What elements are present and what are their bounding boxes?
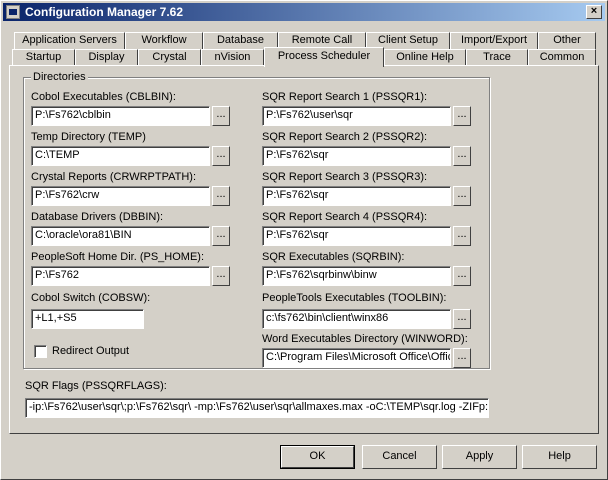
redirect-output-checkbox[interactable] [34,345,47,358]
cobsw-field[interactable]: +L1,+S5 [31,309,144,329]
toolbin-label: PeopleTools Executables (TOOLBIN): [262,292,447,304]
help-button[interactable]: Help [522,445,597,469]
pssqr3-label: SQR Report Search 3 (PSSQR3): [262,171,428,183]
temp-label: Temp Directory (TEMP) [31,131,146,143]
pssqr3-browse-button[interactable]: ... [453,186,471,206]
tab-application-servers[interactable]: Application Servers [14,32,125,49]
tab-display[interactable]: Display [75,49,138,66]
tab-other[interactable]: Other [538,32,596,49]
tab-import-export[interactable]: Import/Export [450,32,538,49]
pssqr4-browse-button[interactable]: ... [453,226,471,246]
dbbin-label: Database Drivers (DBBIN): [31,211,164,223]
crwrptpath-label: Crystal Reports (CRWRPTPATH): [31,171,197,183]
pssqr4-field[interactable]: P:\Fs762\sqr [262,226,451,246]
pssqr1-field[interactable]: P:\Fs762\user\sqr [262,106,451,126]
directories-group-label: Directories [31,71,88,83]
tab-startup[interactable]: Startup [12,49,75,66]
dbbin-field[interactable]: C:\oracle\ora81\BIN [31,226,210,246]
tab-crystal[interactable]: Crystal [138,49,201,66]
close-button[interactable]: × [586,5,602,19]
temp-browse-button[interactable]: ... [212,146,230,166]
apply-button[interactable]: Apply [442,445,517,469]
tab-process-scheduler[interactable]: Process Scheduler [264,47,384,67]
pssqr4-label: SQR Report Search 4 (PSSQR4): [262,211,428,223]
cancel-button[interactable]: Cancel [362,445,437,469]
temp-field[interactable]: C:\TEMP [31,146,210,166]
cblbin-browse-button[interactable]: ... [212,106,230,126]
sqrbin-field[interactable]: P:\Fs762\sqrbinw\binw [262,266,451,286]
sqrbin-browse-button[interactable]: ... [453,266,471,286]
sqr-flags-label: SQR Flags (PSSQRFLAGS): [25,380,167,392]
tab-online-help[interactable]: Online Help [384,49,466,66]
ps-home-label: PeopleSoft Home Dir. (PS_HOME): [31,251,205,263]
toolbin-browse-button[interactable]: ... [453,309,471,329]
cblbin-field[interactable]: P:\Fs762\cblbin [31,106,210,126]
tab-trace[interactable]: Trace [466,49,528,66]
sqr-flags-field[interactable]: -ip:\Fs762\user\sqr\;p:\Fs762\sqr\ -mp:\… [25,398,489,418]
pssqr2-browse-button[interactable]: ... [453,146,471,166]
app-icon [6,5,20,19]
winword-browse-button[interactable]: ... [453,348,471,368]
pssqr2-label: SQR Report Search 2 (PSSQR2): [262,131,428,143]
pssqr2-field[interactable]: P:\Fs762\sqr [262,146,451,166]
cobsw-label: Cobol Switch (COBSW): [31,292,151,304]
redirect-output-label[interactable]: Redirect Output [52,345,129,357]
ps-home-browse-button[interactable]: ... [212,266,230,286]
tab-common[interactable]: Common [528,49,596,66]
pssqr1-browse-button[interactable]: ... [453,106,471,126]
cblbin-label: Cobol Executables (CBLBIN): [31,91,176,103]
crwrptpath-field[interactable]: P:\Fs762\crw [31,186,210,206]
ps-home-field[interactable]: P:\Fs762 [31,266,210,286]
title-bar[interactable]: Configuration Manager 7.62 × [3,3,605,21]
pssqr1-label: SQR Report Search 1 (PSSQR1): [262,91,428,103]
tab-nvision[interactable]: nVision [201,49,264,66]
winword-field[interactable]: C:\Program Files\Microsoft Office\Office [262,348,451,368]
pssqr3-field[interactable]: P:\Fs762\sqr [262,186,451,206]
crwrptpath-browse-button[interactable]: ... [212,186,230,206]
tab-workflow[interactable]: Workflow [125,32,203,49]
window-title: Configuration Manager 7.62 [25,5,184,19]
ok-button[interactable]: OK [280,445,355,469]
dbbin-browse-button[interactable]: ... [212,226,230,246]
toolbin-field[interactable]: c:\fs762\bin\client\winx86 [262,309,451,329]
sqrbin-label: SQR Executables (SQRBIN): [262,251,405,263]
winword-label: Word Executables Directory (WINWORD): [262,333,468,345]
